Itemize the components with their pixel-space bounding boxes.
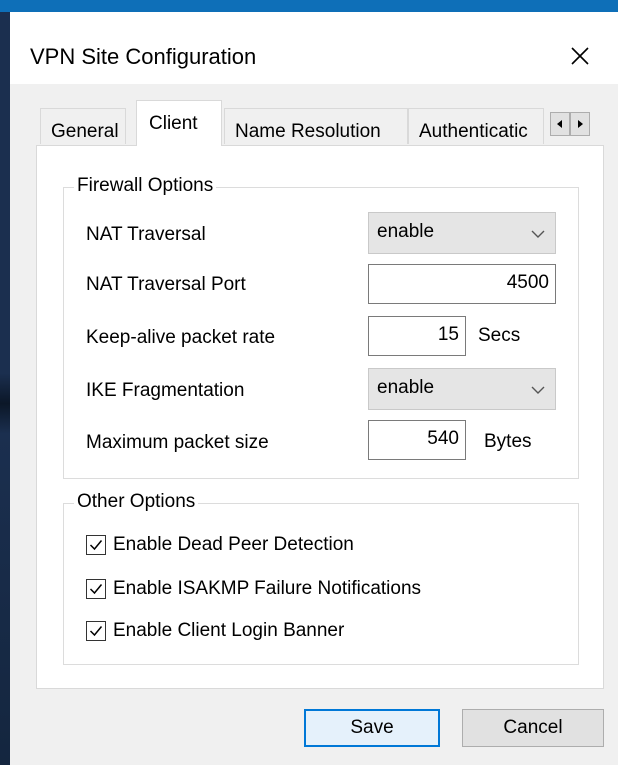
ike-fragmentation-select[interactable]: enable — [368, 368, 556, 410]
title-bar: VPN Site Configuration — [10, 12, 618, 84]
keepalive-unit: Secs — [478, 325, 521, 346]
ike-fragmentation-label: IKE Fragmentation — [86, 380, 245, 401]
checkmark-icon — [89, 584, 103, 595]
save-button[interactable]: Save — [304, 709, 440, 747]
group-label: Other Options — [74, 491, 199, 513]
nat-traversal-label: NAT Traversal — [86, 224, 206, 245]
desktop-background-top — [0, 0, 618, 12]
firewall-options-group: Firewall Options NAT Traversal enable NA… — [63, 175, 579, 479]
tab-label: General — [51, 121, 119, 142]
button-label: Cancel — [503, 717, 563, 738]
triangle-right-icon — [578, 120, 583, 128]
dead-peer-detection-checkbox-row[interactable]: Enable Dead Peer Detection — [86, 534, 354, 556]
keepalive-input[interactable]: 15 — [368, 316, 466, 356]
chevron-down-icon — [531, 230, 545, 238]
keepalive-label: Keep-alive packet rate — [86, 327, 276, 348]
cancel-button[interactable]: Cancel — [462, 709, 604, 747]
tab-client[interactable]: Client — [136, 100, 222, 146]
select-value: enable — [377, 221, 435, 242]
tab-label: Client — [149, 113, 198, 134]
select-value: enable — [377, 377, 435, 398]
input-value: 4500 — [506, 272, 549, 293]
tab-name-resolution[interactable]: Name Resolution — [224, 108, 408, 144]
max-packet-size-input[interactable]: 540 — [368, 420, 466, 460]
tab-label: Name Resolution — [235, 121, 381, 142]
triangle-left-icon — [557, 120, 562, 128]
isakmp-failure-notifications-checkbox[interactable] — [86, 579, 106, 599]
other-options-group: Other Options Enable Dead Peer Detection… — [63, 491, 579, 665]
close-icon — [571, 47, 589, 65]
dialog-window: VPN Site Configuration General Client Na… — [10, 12, 618, 765]
tab-general[interactable]: General — [40, 108, 126, 144]
tab-authentication[interactable]: Authenticatic — [408, 108, 544, 144]
button-label: Save — [350, 717, 394, 738]
nat-traversal-port-input[interactable]: 4500 — [368, 264, 556, 304]
input-value: 540 — [427, 428, 459, 449]
nat-traversal-select[interactable]: enable — [368, 212, 556, 254]
max-packet-size-unit: Bytes — [484, 431, 532, 452]
tab-label: Authenticatic — [419, 121, 528, 142]
chevron-down-icon — [531, 386, 545, 394]
group-label: Firewall Options — [74, 175, 217, 197]
close-button[interactable] — [550, 34, 610, 78]
window-title: VPN Site Configuration — [30, 44, 257, 69]
tab-scroll-left-button[interactable] — [550, 112, 570, 136]
isakmp-failure-notifications-checkbox-row[interactable]: Enable ISAKMP Failure Notifications — [86, 578, 421, 600]
client-login-banner-checkbox-row[interactable]: Enable Client Login Banner — [86, 620, 344, 642]
input-value: 15 — [437, 324, 459, 345]
nat-traversal-port-label: NAT Traversal Port — [86, 274, 246, 295]
dead-peer-detection-checkbox[interactable] — [86, 535, 106, 555]
client-tab-panel: Firewall Options NAT Traversal enable NA… — [36, 145, 604, 689]
checkbox-label: Enable ISAKMP Failure Notifications — [113, 578, 422, 599]
checkmark-icon — [89, 626, 103, 637]
max-packet-size-label: Maximum packet size — [86, 432, 269, 453]
tab-scroll-right-button[interactable] — [570, 112, 590, 136]
desktop-background-left — [0, 12, 10, 765]
checkbox-label: Enable Dead Peer Detection — [113, 534, 354, 555]
client-login-banner-checkbox[interactable] — [86, 621, 106, 641]
checkbox-label: Enable Client Login Banner — [113, 620, 345, 641]
checkmark-icon — [89, 540, 103, 551]
